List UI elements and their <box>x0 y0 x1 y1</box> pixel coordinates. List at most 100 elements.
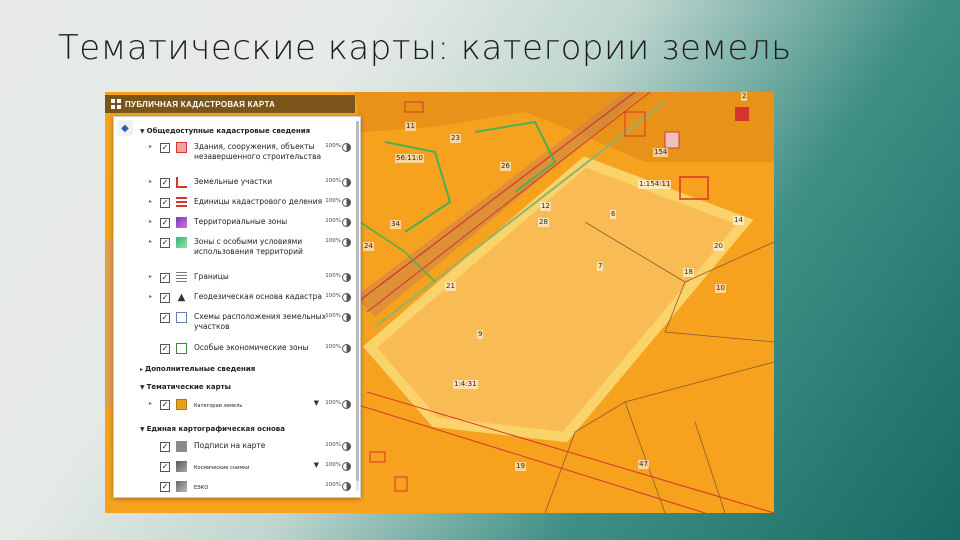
plot-schemes-symbol-icon <box>176 312 187 323</box>
map-label: 21 <box>445 282 456 291</box>
layers-panel: ◆ ▼ Общедоступные кадастровые сведения ▸ … <box>113 116 361 498</box>
opacity-toggle-icon[interactable] <box>342 482 351 491</box>
layer-plot-schemes[interactable]: ✓ Схемы расположения земельных участков … <box>140 312 355 331</box>
geodetic-triangle-icon: ▲ <box>177 292 186 303</box>
map-labels-symbol-icon <box>176 441 187 452</box>
special-zones-symbol-icon <box>176 237 187 248</box>
layer-label: Границы <box>194 272 229 281</box>
scrollbar-thumb[interactable] <box>356 121 359 481</box>
opacity-toggle-icon[interactable] <box>342 293 351 302</box>
row-expand-icon[interactable]: ▸ <box>149 293 152 300</box>
layer-checkbox[interactable]: ✓ <box>160 400 170 410</box>
layer-checkbox[interactable]: ✓ <box>160 344 170 354</box>
layer-checkbox[interactable]: ✓ <box>160 198 170 208</box>
buildings-symbol-icon <box>176 142 187 153</box>
group-thematic-maps[interactable]: ▼ Тематические карты <box>140 383 231 391</box>
map-label: 7 <box>597 262 604 271</box>
row-expand-icon[interactable]: ▸ <box>149 273 152 280</box>
opacity-value: 100% <box>325 273 341 279</box>
layer-satellite[interactable]: ✓ Космические снимки ▼ 100% <box>140 461 355 477</box>
map-label: 2 <box>741 92 748 101</box>
map-label: 11 <box>405 122 416 131</box>
opacity-value: 100% <box>325 344 341 350</box>
layer-territorial-zones[interactable]: ▸ ✓ Территориальные зоны 100% <box>140 217 355 233</box>
opacity-value: 100% <box>325 218 341 224</box>
layer-eeko[interactable]: ✓ ЕЭКО 100% <box>140 481 355 497</box>
opacity-toggle-icon[interactable] <box>342 442 351 451</box>
layer-dropdown-icon[interactable]: ▼ <box>314 399 319 407</box>
map-label: 24 <box>363 242 374 251</box>
row-expand-icon[interactable]: ▸ <box>149 218 152 225</box>
layer-label: Геодезическая основа кадастра <box>194 292 322 301</box>
territorial-zones-symbol-icon <box>176 217 187 228</box>
layer-map-labels[interactable]: ✓ Подписи на карте 100% <box>140 441 355 457</box>
row-expand-icon[interactable]: ▸ <box>149 238 152 245</box>
row-expand-icon[interactable]: ▸ <box>149 400 152 407</box>
opacity-toggle-icon[interactable] <box>342 462 351 471</box>
opacity-toggle-icon[interactable] <box>342 143 351 152</box>
slide-title: Тематические карты: категории земель <box>58 28 792 68</box>
layer-land-plots[interactable]: ▸ ✓ Земельные участки 100% <box>140 177 355 193</box>
layer-borders[interactable]: ▸ ✓ Границы 100% <box>140 272 355 288</box>
layer-label: Зоны с особыми условиями использования т… <box>194 237 303 256</box>
layer-checkbox[interactable]: ✓ <box>160 442 170 452</box>
map-header-bar: ПУБЛИЧНАЯ КАДАСТРОВАЯ КАРТА <box>105 95 355 113</box>
opacity-toggle-icon[interactable] <box>342 400 351 409</box>
opacity-value: 100% <box>325 143 341 149</box>
layer-buildings[interactable]: ▸ ✓ Здания, сооружения, объекты незаверш… <box>140 142 355 161</box>
layer-special-zones[interactable]: ▸ ✓ Зоны с особыми условиями использован… <box>140 237 355 256</box>
layer-checkbox[interactable]: ✓ <box>160 218 170 228</box>
layer-label: Схемы расположения земельных участков <box>194 312 327 331</box>
layer-checkbox[interactable]: ✓ <box>160 482 170 492</box>
group-expand-arrow-icon: ▼ <box>140 426 145 433</box>
opacity-toggle-icon[interactable] <box>342 313 351 322</box>
opacity-value: 100% <box>325 293 341 299</box>
opacity-toggle-icon[interactable] <box>342 273 351 282</box>
layer-economic-zones[interactable]: ✓ Особые экономические зоны 100% <box>140 343 355 359</box>
layers-icon[interactable]: ◆ <box>117 120 133 136</box>
layer-cadastral-units[interactable]: ▸ ✓ Единицы кадастрового деления 100% <box>140 197 355 213</box>
layer-checkbox[interactable]: ✓ <box>160 273 170 283</box>
opacity-toggle-icon[interactable] <box>342 218 351 227</box>
layer-checkbox[interactable]: ✓ <box>160 313 170 323</box>
grid-menu-icon[interactable] <box>111 99 121 109</box>
map-label: 1:4:31 <box>453 380 478 389</box>
opacity-toggle-icon[interactable] <box>342 344 351 353</box>
opacity-toggle-icon[interactable] <box>342 178 351 187</box>
land-plots-symbol-icon <box>176 177 187 188</box>
layer-dropdown-icon[interactable]: ▼ <box>314 461 319 469</box>
layer-checkbox[interactable]: ✓ <box>160 462 170 472</box>
map-label: 18 <box>683 268 694 277</box>
layer-label: Территориальные зоны <box>194 217 288 226</box>
group-common-info[interactable]: ▼ Общедоступные кадастровые сведения <box>140 127 310 135</box>
layer-checkbox[interactable]: ✓ <box>160 143 170 153</box>
group-additional-info[interactable]: ▸ Дополнительные сведения <box>140 365 255 373</box>
panel-scrollbar[interactable] <box>356 121 359 491</box>
layer-label: Единицы кадастрового деления <box>194 197 323 206</box>
map-label: 12 <box>540 202 551 211</box>
layer-checkbox[interactable]: ✓ <box>160 293 170 303</box>
opacity-toggle-icon[interactable] <box>342 238 351 247</box>
cadastral-map-screenshot[interactable]: 11 56:11:0 23 26 12 6 7 18 20 14 10 9 19… <box>105 92 774 513</box>
map-header-title: ПУБЛИЧНАЯ КАДАСТРОВАЯ КАРТА <box>125 99 276 109</box>
group-base-map[interactable]: ▼ Единая картографическая основа <box>140 425 285 433</box>
map-label: 56:11:0 <box>395 154 424 163</box>
borders-symbol-icon <box>176 272 187 283</box>
row-expand-icon[interactable]: ▸ <box>149 198 152 205</box>
opacity-value: 100% <box>325 198 341 204</box>
map-label: 26 <box>500 162 511 171</box>
satellite-symbol-icon <box>176 461 187 472</box>
layer-label: Здания, сооружения, объекты незавершенно… <box>194 142 322 161</box>
row-expand-icon[interactable]: ▸ <box>149 143 152 150</box>
row-expand-icon[interactable]: ▸ <box>149 178 152 185</box>
layer-checkbox[interactable]: ✓ <box>160 238 170 248</box>
eeko-symbol-icon <box>176 481 187 492</box>
map-label: 47 <box>638 460 649 469</box>
layer-land-categories[interactable]: ▸ ✓ Категории земель ▼ 100% <box>140 399 355 415</box>
economic-zones-symbol-icon <box>176 343 187 354</box>
layer-geodetic-base[interactable]: ▸ ✓ ▲ Геодезическая основа кадастра 100% <box>140 292 355 308</box>
map-label: 28 <box>538 218 549 227</box>
opacity-toggle-icon[interactable] <box>342 198 351 207</box>
layer-checkbox[interactable]: ✓ <box>160 178 170 188</box>
layer-label: ЕЭКО <box>194 485 209 491</box>
